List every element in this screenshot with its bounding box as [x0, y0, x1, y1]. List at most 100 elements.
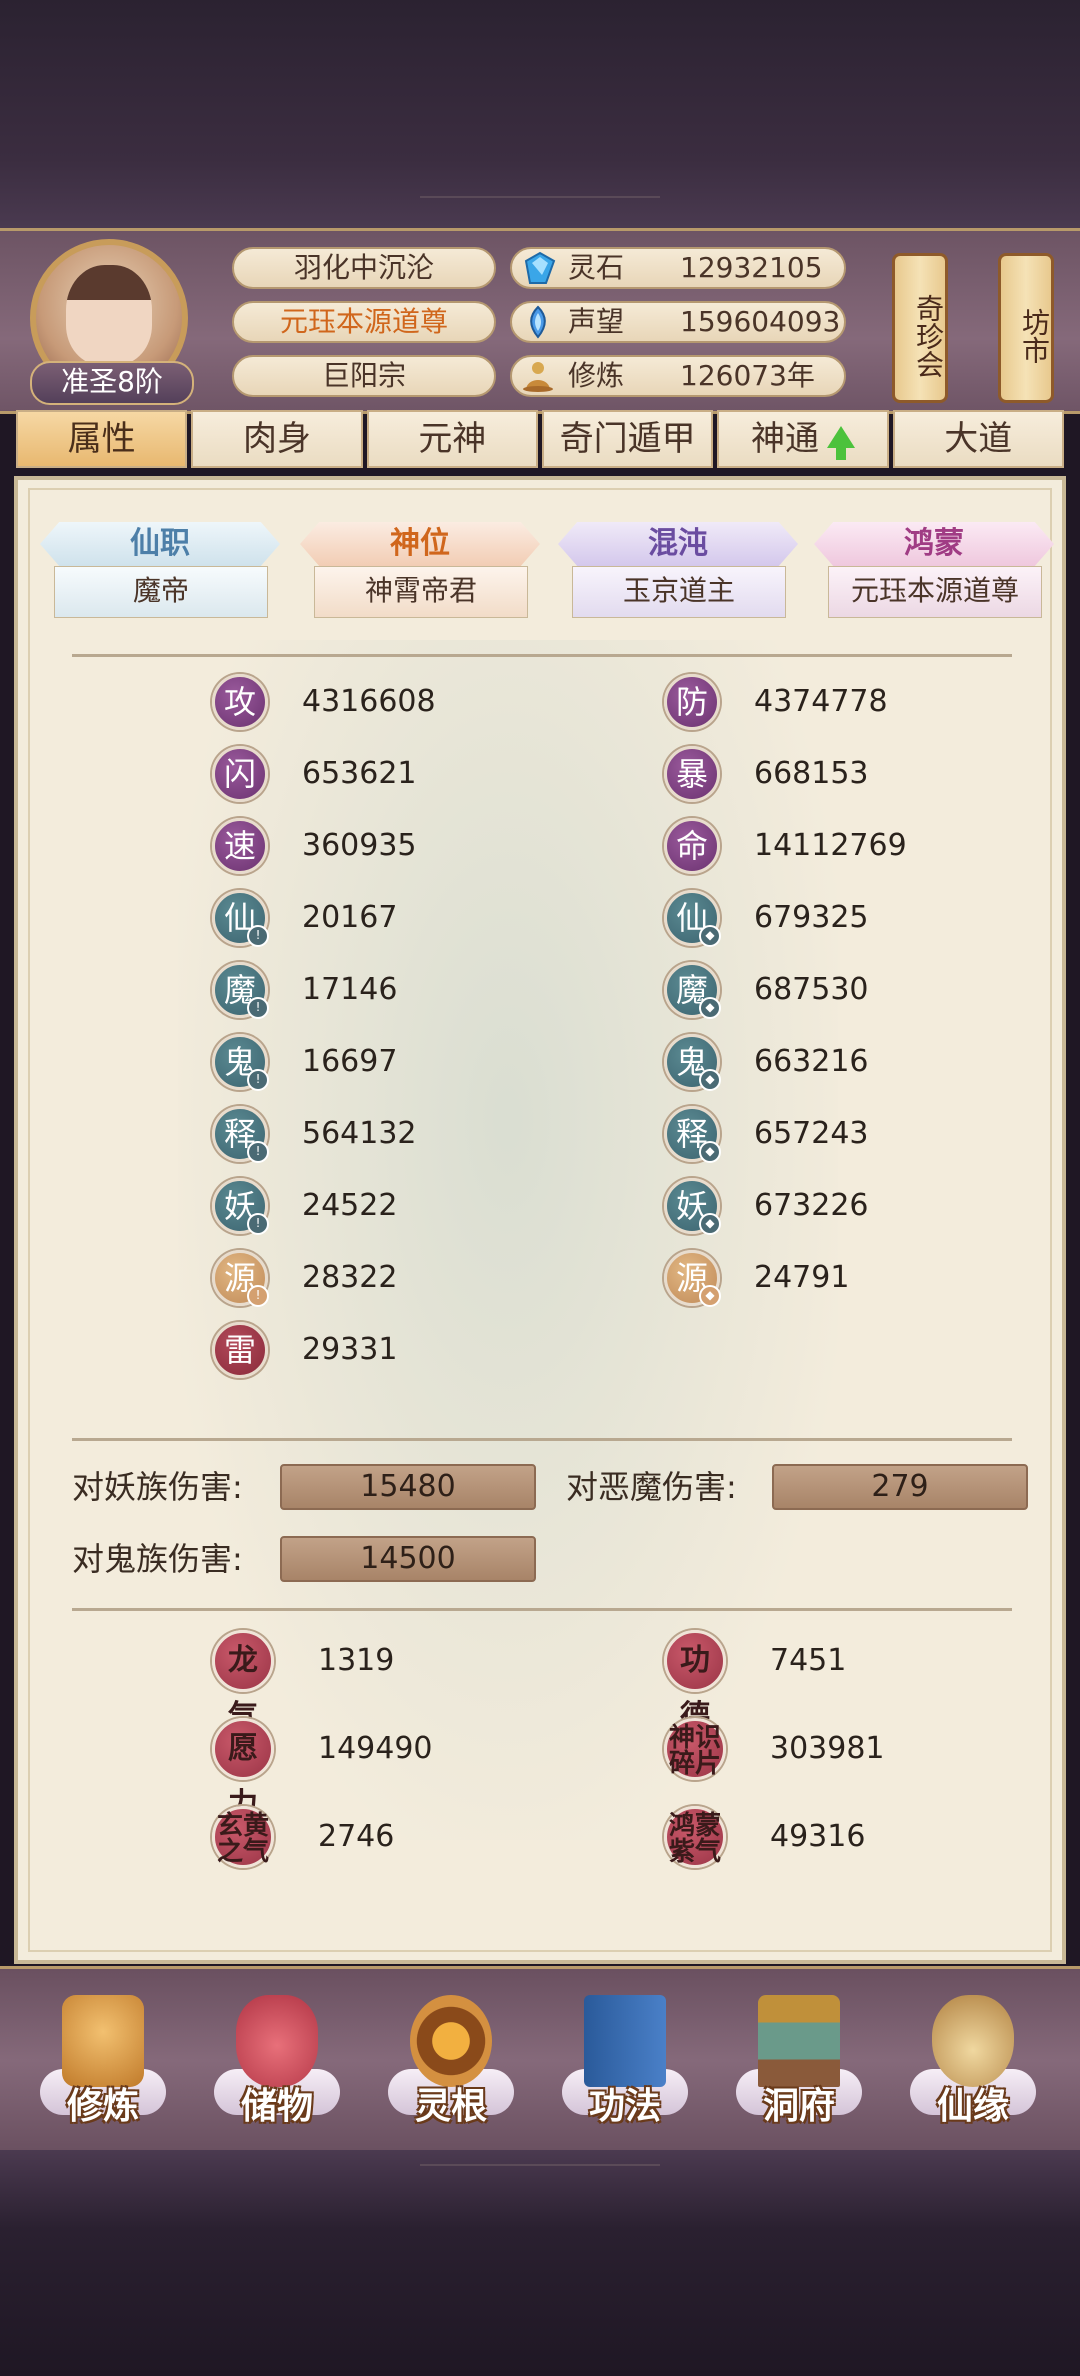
stat-origin-attack: 源! 28322 [212, 1250, 652, 1307]
stat-immortal-defense: 仙 ◆ 679325 [664, 890, 1080, 947]
stat-ghost-attack: 鬼! 16697 [212, 1034, 652, 1091]
soul-fragment-icon: 神识碎片 [664, 1718, 726, 1780]
top-ornament [420, 196, 660, 204]
tab-qimen-dunjia[interactable]: 奇门遁甲 [541, 410, 714, 468]
damage-vs-devil-value: 279 [772, 1464, 1028, 1510]
stat-attack: 攻 4316608 [212, 674, 652, 730]
shield-badge-icon: ◆ [699, 1285, 721, 1307]
storage-bag-icon [236, 1995, 318, 2087]
origin-defense-icon: 源 ◆ [664, 1250, 721, 1307]
tab-great-dao[interactable]: 大道 [892, 410, 1064, 468]
merit-icon: 功德 [664, 1630, 726, 1734]
attributes-panel: 仙职 魔帝 神位 神霄帝君 混沌 玉京道主 鸿蒙 元珏本源道尊 攻 431660… [14, 476, 1066, 1964]
top-backdrop [0, 0, 1080, 228]
upgrade-arrow-icon [826, 425, 855, 460]
stat-dodge: 闪 653621 [212, 746, 652, 802]
xuanhuang-qi-value: 2746 [318, 1819, 395, 1854]
ghost-attack-icon: 鬼! [212, 1034, 269, 1091]
nav-cultivate[interactable]: 修炼 [18, 1977, 188, 2147]
divider [72, 1608, 1012, 1611]
resource-reputation: 声望 159604093 [510, 301, 846, 343]
rank-hongmeng[interactable]: 鸿蒙 元珏本源道尊 [814, 522, 1054, 618]
damage-vs-ghost-value: 14500 [280, 1536, 536, 1582]
reputation-icon [530, 305, 546, 339]
realm-label: 羽化中沉沦 [232, 247, 496, 289]
sword-badge-icon: ! [247, 1141, 269, 1163]
tab-body[interactable]: 肉身 [191, 410, 363, 468]
market-button[interactable]: 坊市 [998, 253, 1054, 403]
treasure-fair-button[interactable]: 奇珍会 [892, 253, 948, 403]
stat-buddha-defense: 释 ◆ 657243 [664, 1106, 1080, 1163]
hongmeng-purple-qi-value: 49316 [770, 1819, 866, 1854]
critical-icon: 暴 [664, 746, 720, 802]
monster-attack-icon: 妖! [212, 1178, 269, 1235]
rank-chaos[interactable]: 混沌 玉京道主 [558, 522, 798, 618]
shield-badge-icon: ◆ [699, 997, 721, 1019]
sword-badge-icon: ! [247, 1285, 269, 1307]
stat-thunder: 雷 29331 [212, 1322, 652, 1378]
resource-cultivation: 修炼 126073年 [510, 355, 846, 397]
sword-badge-icon: ! [247, 925, 269, 947]
stat-defense: 防 4374778 [664, 674, 1080, 730]
sword-badge-icon: ! [247, 1213, 269, 1235]
stat-monster-defense: 妖 ◆ 673226 [664, 1178, 1080, 1235]
demon-attack-icon: 魔! [212, 962, 269, 1019]
hongmeng-purple-qi-icon: 鸿蒙紫气 [664, 1806, 726, 1868]
stat-ghost-defense: 鬼 ◆ 663216 [664, 1034, 1080, 1091]
title-label[interactable]: 元珏本源道尊 [232, 301, 496, 343]
shield-badge-icon: ◆ [699, 1069, 721, 1091]
merit-value: 7451 [770, 1643, 847, 1678]
rank-immortal-post[interactable]: 仙职 魔帝 [40, 522, 280, 618]
rank-divine-seat[interactable]: 神位 神霄帝君 [300, 522, 540, 618]
attribute-tabs: 属性 肉身 元神 奇门遁甲 神通 大道 [14, 410, 1066, 472]
cultivation-icon [523, 362, 553, 392]
tab-spirit[interactable]: 元神 [366, 410, 538, 468]
nav-cave-dwelling[interactable]: 洞府 [714, 1977, 884, 2147]
defense-icon: 防 [664, 674, 720, 730]
immortal-defense-icon: 仙 ◆ [664, 890, 721, 947]
spirit-root-icon [410, 1995, 492, 2087]
technique-book-icon [584, 1995, 666, 2087]
attack-icon: 攻 [212, 674, 268, 730]
resource-spirit-stone: 灵石 12932105 [510, 247, 846, 289]
bottom-navigation: 修炼 储物 灵根 功法 洞府 仙缘 [0, 1966, 1080, 2156]
stat-demon-defense: 魔 ◆ 687530 [664, 962, 1080, 1019]
spirit-stone-icon [524, 251, 556, 284]
tab-attributes[interactable]: 属性 [16, 410, 188, 468]
tab-divine-powers[interactable]: 神通 [717, 410, 889, 468]
dragon-qi-value: 1319 [318, 1643, 395, 1678]
stat-origin-defense: 源 ◆ 24791 [664, 1250, 1080, 1307]
shield-badge-icon: ◆ [699, 1141, 721, 1163]
sword-badge-icon: ! [247, 1069, 269, 1091]
shield-badge-icon: ◆ [699, 925, 721, 947]
demon-defense-icon: 魔 ◆ [664, 962, 721, 1019]
nav-spirit-root[interactable]: 灵根 [366, 1977, 536, 2147]
nav-storage[interactable]: 储物 [192, 1977, 362, 2147]
damage-vs-monster-label: 对妖族伤害: [72, 1468, 243, 1506]
dodge-icon: 闪 [212, 746, 268, 802]
nav-immortal-fate[interactable]: 仙缘 [888, 1977, 1058, 2147]
damage-vs-monster-value: 15480 [280, 1464, 536, 1510]
immortal-attack-icon: 仙! [212, 890, 269, 947]
stat-health: 命 14112769 [664, 818, 1080, 874]
stat-speed: 速 360935 [212, 818, 652, 874]
xuanhuang-qi-icon: 玄黄之气 [212, 1806, 274, 1868]
rank-badge: 准圣8阶 [30, 361, 194, 405]
stat-buddha-attack: 释! 564132 [212, 1106, 652, 1163]
nav-technique[interactable]: 功法 [540, 1977, 710, 2147]
sect-label[interactable]: 巨阳宗 [232, 355, 496, 397]
divider [72, 1438, 1012, 1441]
dragon-qi-icon: 龙气 [212, 1630, 274, 1734]
thunder-icon: 雷 [212, 1322, 268, 1378]
monster-defense-icon: 妖 ◆ [664, 1178, 721, 1235]
speed-icon: 速 [212, 818, 268, 874]
soul-fragment-value: 303981 [770, 1731, 885, 1766]
character-header: 准圣8阶 羽化中沉沦 元珏本源道尊 巨阳宗 灵石 12932105 声望 159… [0, 228, 1080, 414]
health-icon: 命 [664, 818, 720, 874]
damage-vs-devil-label: 对恶魔伤害: [566, 1468, 737, 1506]
stat-demon-attack: 魔! 17146 [212, 962, 652, 1019]
stat-critical: 暴 668153 [664, 746, 1080, 802]
damage-vs-ghost-label: 对鬼族伤害: [72, 1540, 243, 1578]
avatar-portrait [66, 265, 152, 365]
willpower-value: 149490 [318, 1731, 433, 1766]
